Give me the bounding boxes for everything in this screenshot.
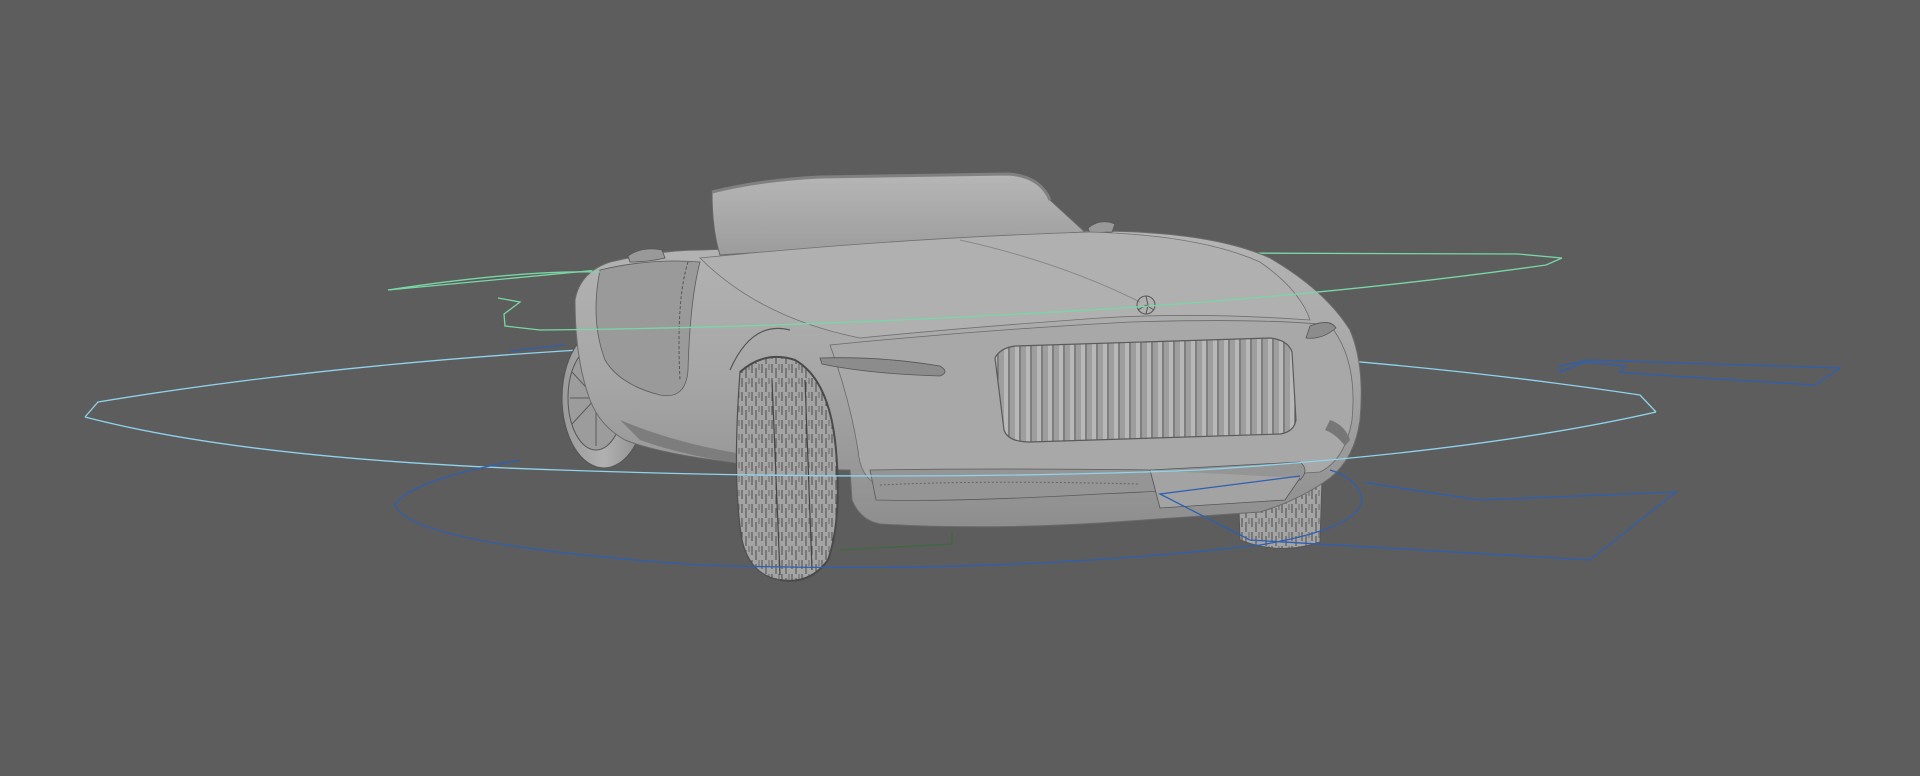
rig-control-far-right[interactable] bbox=[1559, 359, 1843, 386]
car-body-model[interactable] bbox=[561, 172, 1362, 582]
left-front-wheel bbox=[735, 356, 839, 582]
3d-viewport[interactable] bbox=[0, 0, 1920, 776]
rig-control-small-green[interactable] bbox=[839, 532, 953, 551]
viewport-scene[interactable] bbox=[0, 0, 1920, 776]
rig-control-lower-back[interactable] bbox=[509, 344, 566, 352]
front-grille bbox=[994, 337, 1297, 443]
